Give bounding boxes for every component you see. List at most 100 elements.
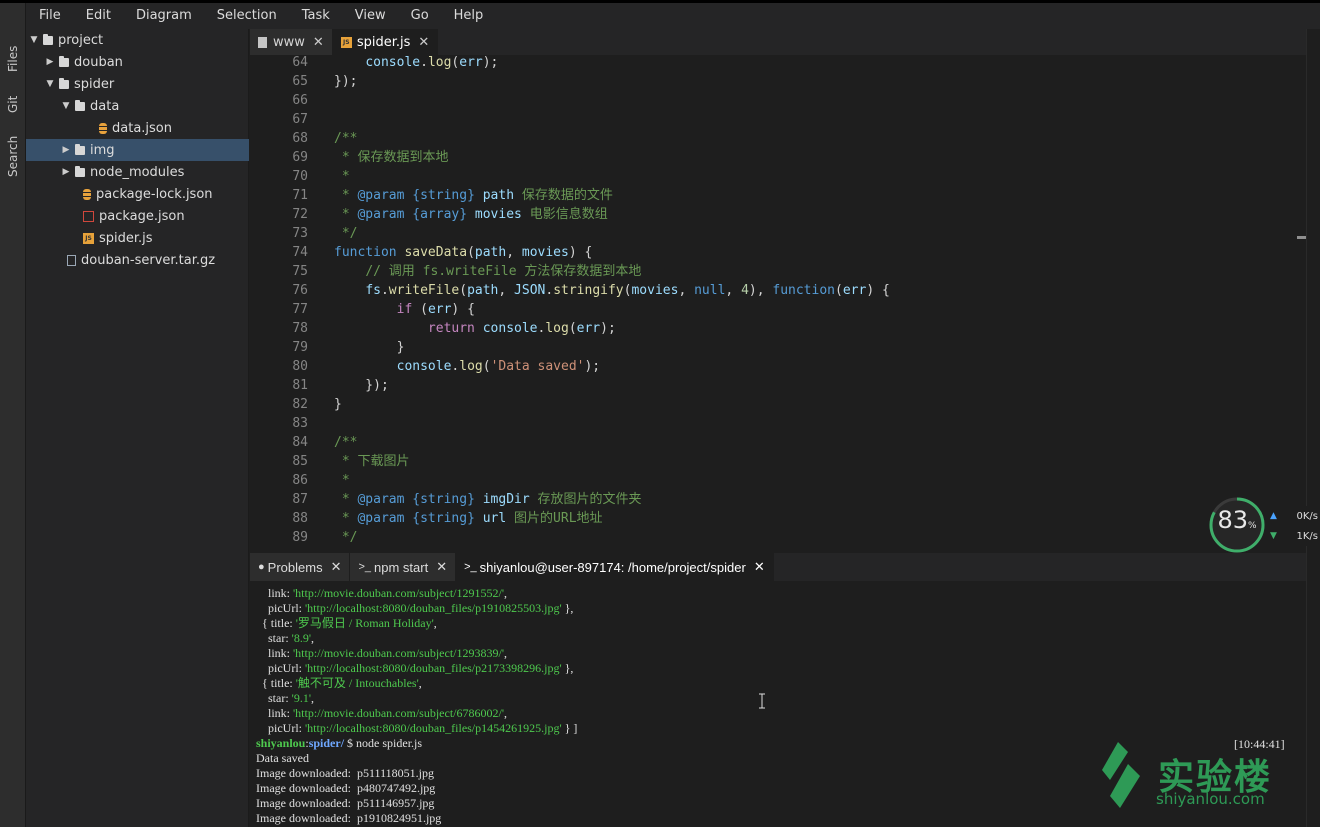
js-icon: JS xyxy=(340,36,352,48)
folder-icon xyxy=(75,99,85,111)
line-number: 66 xyxy=(292,93,308,108)
tab-spider-js[interactable]: JS spider.js ✕ xyxy=(332,29,439,55)
tree-item-img[interactable]: ▶ img xyxy=(26,139,249,161)
terminal-line: star: '9.1', xyxy=(256,691,314,705)
line-number: 89 xyxy=(292,530,308,545)
menu-diagram[interactable]: Diagram xyxy=(123,3,204,29)
code-text: * 保存数据到本地 xyxy=(334,150,449,165)
tree-item-spider[interactable]: ▼ spider xyxy=(26,73,249,95)
line-number: 79 xyxy=(292,340,308,355)
code-text: if (err) { xyxy=(396,302,475,317)
code-text: * @param {array} movies 电影信息数组 xyxy=(334,207,608,222)
folder-icon xyxy=(59,77,69,89)
tab-label: www xyxy=(273,34,305,50)
close-icon[interactable]: ✕ xyxy=(331,559,342,575)
chevron-icon: ▶ xyxy=(62,145,70,155)
tree-item-spider-js[interactable]: JS spider.js xyxy=(26,227,249,249)
code-text: * @param {string} url 图片的URL地址 xyxy=(334,511,603,526)
net-upload: ▲ 0K/s xyxy=(1268,506,1320,526)
upload-arrow-icon: ▲ xyxy=(1270,511,1277,521)
files-tab[interactable]: Files xyxy=(0,39,26,79)
code-text: /** xyxy=(334,435,358,450)
tree-item-douban-server-tar-gz[interactable]: douban-server.tar.gz xyxy=(26,249,249,271)
menu-go[interactable]: Go xyxy=(398,3,441,29)
code-editor[interactable]: 64 console.log(err); 65}); 66 67 68/** 69 * 保… xyxy=(250,55,1306,553)
line-number: 68 xyxy=(292,131,308,146)
line-number: 88 xyxy=(292,511,308,526)
menu-task[interactable]: Task xyxy=(289,3,342,29)
problems-icon: ● xyxy=(258,561,265,573)
line-number: 64 xyxy=(292,55,308,70)
terminal-line: picUrl: 'http://localhost:8080/douban_fi… xyxy=(256,721,578,735)
line-number: 78 xyxy=(292,321,308,336)
tree-item-data[interactable]: ▼ data xyxy=(26,95,249,117)
menu-selection[interactable]: Selection xyxy=(204,3,289,29)
close-icon[interactable]: ✕ xyxy=(436,559,447,575)
code-line: 86 * xyxy=(250,471,1306,490)
code-line: 83 xyxy=(250,414,1306,433)
database-icon xyxy=(99,122,107,134)
code-text: * 下载图片 xyxy=(334,454,410,469)
terminal-line: link: 'http://movie.douban.com/subject/1… xyxy=(256,646,507,660)
code-text: }); xyxy=(334,74,358,89)
menu-file[interactable]: File xyxy=(26,3,73,29)
code-text: * @param {string} path 保存数据的文件 xyxy=(334,188,613,203)
terminal-line: shiyanlou:spider/ $ node spider.js xyxy=(256,736,423,750)
line-number: 83 xyxy=(292,416,308,431)
terminal-line: picUrl: 'http://localhost:8080/douban_fi… xyxy=(256,601,574,615)
code-text: // 调用 fs.writeFile 方法保存数据到本地 xyxy=(365,264,642,279)
line-number: 75 xyxy=(292,264,308,279)
minimap-scrollbar[interactable] xyxy=(1306,29,1320,827)
code-line: 65}); xyxy=(250,72,1306,91)
line-number: 73 xyxy=(292,226,308,241)
close-icon[interactable]: ✕ xyxy=(313,35,324,50)
folder-icon xyxy=(75,143,85,155)
menu-view[interactable]: View xyxy=(342,3,398,29)
terminal-line: Image downloaded: p511146957.jpg xyxy=(256,796,435,810)
close-icon[interactable]: ✕ xyxy=(754,559,765,575)
file-icon xyxy=(258,36,267,48)
tree-item-douban[interactable]: ▶ douban xyxy=(26,51,249,73)
file-icon xyxy=(67,254,76,266)
line-number: 81 xyxy=(292,378,308,393)
menu-edit[interactable]: Edit xyxy=(73,3,123,29)
panel-tab-2[interactable]: >_ shiyanlou@user-897174: /home/project/s… xyxy=(456,553,774,581)
code-text: console.log('Data saved'); xyxy=(396,359,601,374)
tree-item-package-json[interactable]: package.json xyxy=(26,205,249,227)
tree-item-project[interactable]: ▼ project xyxy=(26,29,249,51)
tab-www[interactable]: www ✕ xyxy=(250,29,333,55)
panel-tab-1[interactable]: >_ npm start ✕ xyxy=(350,553,457,581)
code-line: 77 if (err) { xyxy=(250,300,1306,319)
search-tab[interactable]: Search xyxy=(0,129,26,183)
code-line: 76 fs.writeFile(path, JSON.stringify(mov… xyxy=(250,281,1306,300)
terminal-line: Image downloaded: p511118051.jpg xyxy=(256,766,434,780)
line-number: 76 xyxy=(292,283,308,298)
code-line: 68 /** xyxy=(250,129,1306,148)
close-icon[interactable]: ✕ xyxy=(418,35,429,50)
scrollbar-thumb[interactable] xyxy=(1297,236,1306,239)
line-number: 86 xyxy=(292,473,308,488)
code-text: console.log(err); xyxy=(365,55,499,70)
code-text: } xyxy=(334,397,342,412)
panel-tab-label: Problems xyxy=(267,559,323,575)
line-number: 77 xyxy=(292,302,308,317)
code-line: 80 console.log('Data saved'); xyxy=(250,357,1306,376)
tree-item-node-modules[interactable]: ▶ node_modules xyxy=(26,161,249,183)
code-text: /** xyxy=(334,131,358,146)
panel-tabs: ● Problems ✕ >_ npm start ✕ >_ shiyanlou@user-8… xyxy=(250,553,1306,581)
git-tab[interactable]: Git xyxy=(0,89,26,119)
line-number: 82 xyxy=(292,397,308,412)
tree-item-data-json[interactable]: data.json xyxy=(26,117,249,139)
tree-item-label: douban xyxy=(74,54,123,70)
tree-item-label: douban-server.tar.gz xyxy=(81,252,216,268)
terminal-line: Image downloaded: p1910824951.jpg xyxy=(256,811,442,825)
tree-item-package-lock-json[interactable]: package-lock.json xyxy=(26,183,249,205)
activity-bar: Files Git Search xyxy=(0,3,26,827)
editor-tabs: www ✕ JS spider.js ✕ xyxy=(250,29,1320,55)
menu-help[interactable]: Help xyxy=(441,3,496,29)
terminal-line: Image downloaded: p480747492.jpg xyxy=(256,781,436,795)
tree-item-label: package-lock.json xyxy=(96,186,213,202)
javascript-icon: JS xyxy=(83,232,94,244)
code-line: 64 console.log(err); xyxy=(250,55,1306,72)
panel-tab-0[interactable]: ● Problems ✕ xyxy=(250,553,351,581)
